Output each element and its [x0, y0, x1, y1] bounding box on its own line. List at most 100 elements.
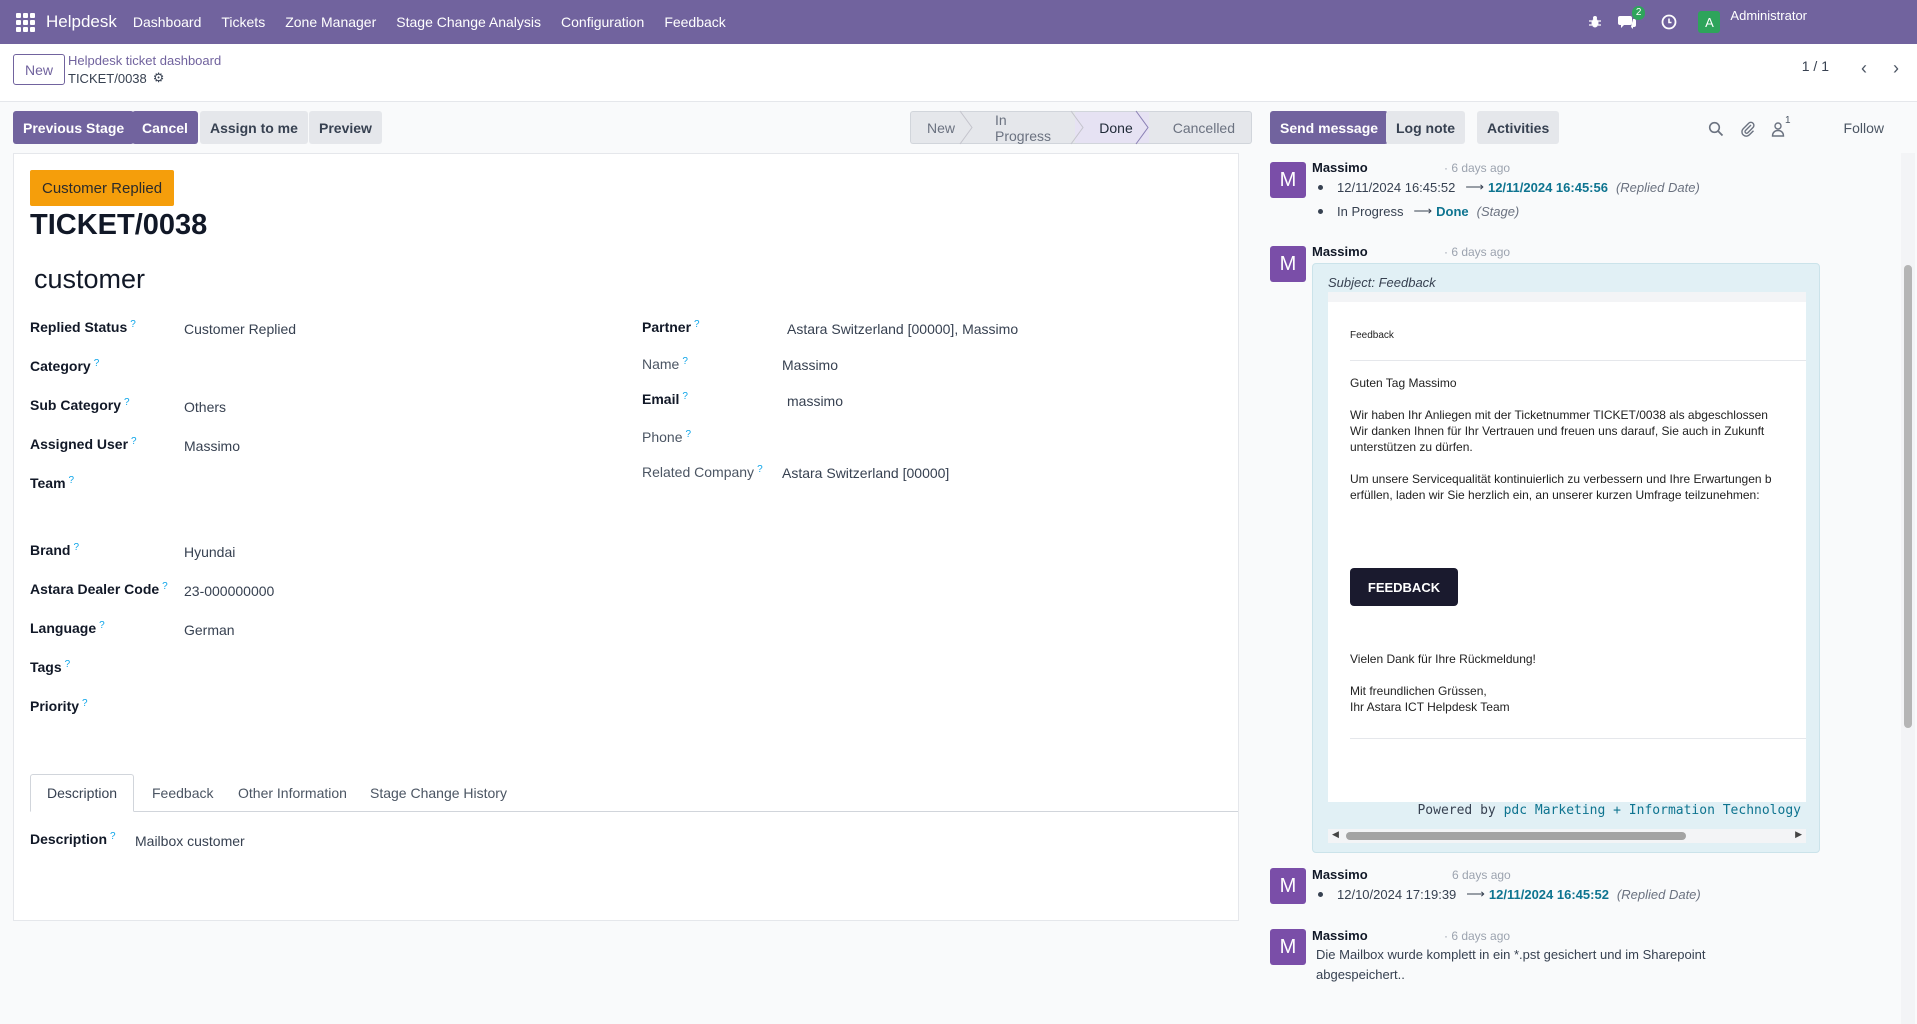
- label-description: Description?: [30, 831, 116, 847]
- message-body-line: abgespeichert..: [1316, 967, 1405, 982]
- value-category[interactable]: [184, 360, 584, 378]
- message-author[interactable]: Massimo: [1312, 928, 1368, 943]
- tracking-line: 12/11/2024 16:45:52 ⟶ 12/11/2024 16:45:5…: [1318, 179, 1700, 195]
- value-language[interactable]: German: [184, 622, 235, 638]
- app-name[interactable]: Helpdesk: [46, 12, 117, 32]
- label-dealer-code: Astara Dealer Code?: [30, 581, 168, 597]
- message-avatar[interactable]: M: [1270, 162, 1306, 198]
- scroll-thumb[interactable]: [1346, 832, 1686, 840]
- email-divider: [1350, 738, 1806, 739]
- value-brand[interactable]: Hyundai: [184, 544, 235, 560]
- value-name[interactable]: Massimo: [782, 357, 838, 373]
- user-avatar[interactable]: A: [1698, 11, 1721, 33]
- followers-icon[interactable]: [1770, 121, 1786, 137]
- menu-feedback[interactable]: Feedback: [664, 14, 725, 30]
- message-time: 6 days ago: [1452, 868, 1511, 882]
- label-tags: Tags?: [30, 659, 71, 675]
- message-avatar[interactable]: M: [1270, 929, 1306, 965]
- tracking-line: 12/10/2024 17:19:39 ⟶ 12/11/2024 16:45:5…: [1318, 886, 1701, 902]
- tracking-field: (Stage): [1476, 203, 1520, 219]
- tab-feedback[interactable]: Feedback: [136, 774, 229, 812]
- value-partner[interactable]: Astara Switzerland [00000], Massimo: [787, 321, 1018, 337]
- paperclip-icon[interactable]: [1740, 121, 1756, 137]
- tracking-line: In Progress ⟶ Done (Stage): [1318, 203, 1519, 219]
- chat-icon[interactable]: 2: [1618, 6, 1646, 31]
- log-note-button[interactable]: Log note: [1386, 111, 1466, 144]
- value-dealer-code[interactable]: 23-000000000: [184, 583, 274, 599]
- pager-value[interactable]: 1 / 1: [1802, 58, 1829, 74]
- send-message-button[interactable]: Send message: [1270, 111, 1389, 144]
- label-partner: Partner?: [642, 319, 700, 335]
- label-related-company: Related Company?: [642, 464, 763, 480]
- chatter-vertical-scrollbar[interactable]: [1901, 153, 1915, 1024]
- feedback-button[interactable]: FEEDBACK: [1350, 568, 1458, 606]
- tab-description[interactable]: Description: [30, 774, 135, 812]
- label-sub-category: Sub Category?: [30, 397, 130, 413]
- value-assigned-user[interactable]: Massimo: [184, 438, 240, 454]
- control-panel: New Helpdesk ticket dashboard TICKET/003…: [0, 44, 1917, 102]
- menu-stage-change-analysis[interactable]: Stage Change Analysis: [396, 14, 541, 30]
- menu-configuration[interactable]: Configuration: [561, 14, 644, 30]
- tab-other-information[interactable]: Other Information: [222, 774, 363, 812]
- email-body: Feedback Guten Tag Massimo Wir haben Ihr…: [1328, 292, 1806, 802]
- value-email[interactable]: massimo: [787, 393, 843, 409]
- label-name: Name?: [642, 356, 688, 372]
- tab-stage-change-history[interactable]: Stage Change History: [354, 774, 523, 812]
- label-phone: Phone?: [642, 429, 692, 445]
- stage-separators: [959, 110, 1149, 145]
- apps-grid-icon[interactable]: [14, 11, 36, 33]
- status-ribbon: Customer Replied: [30, 170, 175, 206]
- menu-tickets[interactable]: Tickets: [221, 14, 265, 30]
- email-paragraph-line: Wir danken Ihnen für Ihr Vertrauen und f…: [1350, 424, 1765, 438]
- followers-count: 1: [1785, 115, 1791, 126]
- tracking-old: In Progress: [1337, 203, 1404, 219]
- clock-icon[interactable]: [1660, 13, 1678, 31]
- form-statusbar: Previous Stage Cancel Assign to me Previ…: [0, 103, 1252, 153]
- arrow-right-icon: ⟶: [1466, 886, 1485, 901]
- scroll-left-icon[interactable]: ◀: [1332, 829, 1339, 840]
- message-avatar[interactable]: M: [1270, 868, 1306, 904]
- message-author[interactable]: Massimo: [1312, 867, 1368, 882]
- powered-link[interactable]: pdc Marketing + Information Technology: [1504, 803, 1801, 818]
- label-language: Language?: [30, 620, 105, 636]
- activities-button[interactable]: Activities: [1477, 111, 1560, 144]
- message-author[interactable]: Massimo: [1312, 244, 1368, 259]
- scroll-right-icon[interactable]: ▶: [1795, 829, 1802, 840]
- message-avatar[interactable]: M: [1270, 246, 1306, 282]
- follow-button[interactable]: Follow: [1844, 120, 1884, 136]
- breadcrumb-parent[interactable]: Helpdesk ticket dashboard: [68, 53, 221, 68]
- value-tags[interactable]: [184, 661, 584, 679]
- new-button[interactable]: New: [13, 54, 66, 85]
- pager-previous-button[interactable]: ‹: [1849, 54, 1879, 82]
- value-phone[interactable]: [787, 431, 1187, 449]
- menu-zone-manager[interactable]: Zone Manager: [285, 14, 376, 30]
- ticket-subject[interactable]: customer: [34, 264, 145, 295]
- value-team[interactable]: [184, 477, 584, 495]
- email-horizontal-scrollbar[interactable]: ◀ ▶: [1328, 829, 1806, 843]
- email-paragraph-line: unterstützen zu dürfen.: [1350, 440, 1473, 454]
- email-message-bubble: Subject: Feedback Feedback Guten Tag Mas…: [1312, 263, 1820, 853]
- gear-icon[interactable]: ⚙: [153, 70, 165, 86]
- message-author[interactable]: Massimo: [1312, 160, 1368, 175]
- tracking-new: 12/11/2024 16:45:52: [1488, 886, 1609, 902]
- bug-icon[interactable]: [1586, 13, 1604, 31]
- value-sub-category[interactable]: Others: [184, 399, 226, 415]
- pager-next-button[interactable]: ›: [1881, 54, 1911, 82]
- value-related-company[interactable]: Astara Switzerland [00000]: [782, 465, 949, 481]
- message-body: Die Mailbox wurde komplett in ein *.pst …: [1316, 945, 1705, 985]
- message-time: · 6 days ago: [1444, 161, 1511, 175]
- value-description[interactable]: Mailbox customer: [135, 833, 245, 849]
- search-icon[interactable]: [1708, 121, 1724, 137]
- tracking-field: (Replied Date): [1616, 886, 1701, 902]
- tracking-field: (Replied Date): [1615, 179, 1700, 195]
- menu-dashboard[interactable]: Dashboard: [133, 14, 202, 30]
- email-paragraph-line: Um unsere Servicequalität kontinuierlich…: [1350, 472, 1772, 486]
- user-name[interactable]: Administrator: [1730, 8, 1807, 23]
- value-priority[interactable]: [184, 700, 584, 718]
- value-replied-status[interactable]: Customer Replied: [184, 321, 296, 337]
- message-body-line: Die Mailbox wurde komplett in ein *.pst …: [1316, 947, 1706, 962]
- email-paragraph-line: Wir haben Ihr Anliegen mit der Ticketnum…: [1350, 408, 1768, 422]
- label-brand: Brand?: [30, 542, 80, 558]
- label-email: Email?: [642, 391, 688, 407]
- scroll-thumb[interactable]: [1904, 265, 1912, 728]
